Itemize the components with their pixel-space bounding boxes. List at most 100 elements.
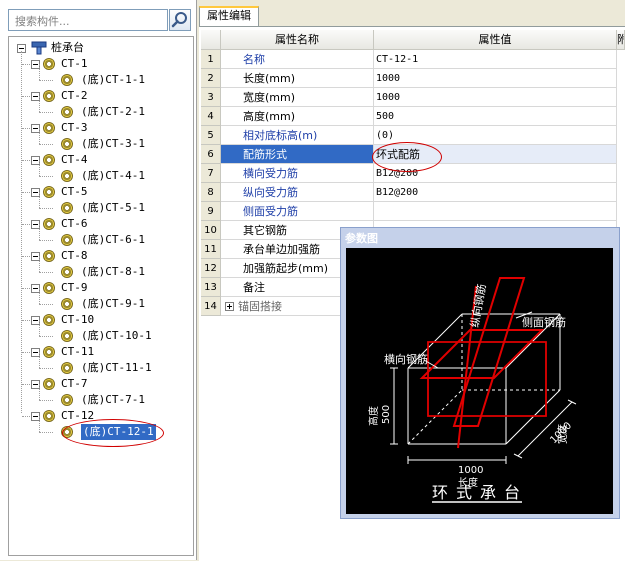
tree-group-label: CT-11 — [61, 345, 95, 358]
row-number[interactable]: 9 — [201, 202, 221, 221]
tree-group-label: CT-1 — [61, 57, 88, 70]
tab-property-edit[interactable]: 属性编辑 — [199, 6, 259, 26]
component-icon — [61, 394, 73, 406]
search-input[interactable] — [13, 11, 167, 31]
tree-guide — [39, 432, 53, 433]
property-name-text: 纵向受力筋 — [243, 186, 298, 199]
row-number[interactable]: 3 — [201, 88, 221, 107]
tree-guide — [39, 240, 53, 241]
row-number[interactable]: 4 — [201, 107, 221, 126]
component-icon — [43, 346, 55, 358]
property-name-cell[interactable]: 侧面受力筋 — [221, 202, 374, 221]
property-value-cell[interactable]: 500 — [374, 107, 617, 126]
annotation-oval — [62, 419, 164, 447]
label-height-value: 500 — [381, 405, 392, 424]
tree-item-label: (底)CT-9-1 — [81, 297, 145, 310]
tree-group-label: CT-7 — [61, 377, 88, 390]
property-value-cell[interactable]: 1000 — [374, 88, 617, 107]
tree-guide — [39, 144, 53, 145]
row-number[interactable]: 2 — [201, 69, 221, 88]
tree-guide — [39, 224, 40, 240]
label-length-value: 1000 — [458, 465, 483, 476]
tree-guide — [39, 128, 40, 144]
row-number[interactable]: 5 — [201, 126, 221, 145]
property-name-cell[interactable]: 相对底标高(m) — [221, 126, 374, 145]
tree-guide — [39, 80, 53, 81]
row-number[interactable]: 6 — [201, 145, 221, 164]
tree-group-label: CT-10 — [61, 313, 95, 326]
property-value-cell[interactable]: 1000 — [374, 69, 617, 88]
tree-item-label: (底)CT-5-1 — [81, 201, 145, 214]
search-button[interactable] — [169, 9, 191, 31]
component-icon — [43, 58, 55, 70]
tree-guide — [39, 304, 53, 305]
tree-guide — [39, 112, 53, 113]
property-name-cell[interactable]: 横向受力筋 — [221, 164, 374, 183]
property-name-cell[interactable]: 高度(mm) — [221, 107, 374, 126]
row-number[interactable]: 10 — [201, 221, 221, 240]
tree-group-label: CT-8 — [61, 249, 88, 262]
header-extra[interactable]: 附 — [617, 30, 625, 50]
tree-item-label: (底)CT-6-1 — [81, 233, 145, 246]
tree-item-label: (底)CT-11-1 — [81, 361, 152, 374]
tree-guide — [39, 160, 40, 176]
property-value-cell[interactable] — [374, 202, 617, 221]
parameter-diagram-window: 参数图 纵向钢筋 侧面钢筋 横向钢筋 高度 500 1000 长度 1000 宽… — [340, 227, 620, 519]
search-icon — [171, 12, 187, 28]
tree-guide — [39, 352, 40, 368]
component-icon — [61, 106, 73, 118]
tree-group-label: CT-4 — [61, 153, 88, 166]
row-number[interactable]: 14 — [201, 297, 221, 316]
property-name-cell[interactable]: 配筋形式 — [221, 145, 374, 164]
header-property-value[interactable]: 属性值 — [374, 30, 617, 50]
row-number[interactable]: 7 — [201, 164, 221, 183]
pile-cap-icon — [31, 41, 47, 55]
pile-cap-diagram: 纵向钢筋 侧面钢筋 横向钢筋 高度 500 1000 长度 1000 宽度 环式… — [367, 277, 577, 503]
property-name-text: 加强筋起步(mm) — [243, 262, 329, 275]
component-icon — [43, 154, 55, 166]
tree-guide — [39, 208, 53, 209]
search-field[interactable] — [8, 9, 168, 31]
property-name-text: 名称 — [243, 53, 265, 66]
grid-corner — [201, 30, 221, 50]
row-number[interactable]: 1 — [201, 50, 221, 69]
tree-item-label: (底)CT-4-1 — [81, 169, 145, 182]
row-number[interactable]: 8 — [201, 183, 221, 202]
property-name-cell[interactable]: 纵向受力筋 — [221, 183, 374, 202]
row-number[interactable]: 12 — [201, 259, 221, 278]
component-tree[interactable]: 桩承台 CT-1 (底)CT-1-1 CT-2 (底)CT-2-1 CT-3 (底)CT-3… — [8, 36, 194, 556]
component-icon — [61, 138, 73, 150]
tree-guide — [39, 400, 53, 401]
property-value-cell[interactable]: B12@200 — [374, 183, 617, 202]
property-name-text: 配筋形式 — [243, 148, 287, 161]
property-name-cell[interactable]: 名称 — [221, 50, 374, 69]
label-transverse-rebar: 横向钢筋 — [384, 352, 428, 366]
component-icon — [61, 330, 73, 342]
tree-group-label: CT-9 — [61, 281, 88, 294]
header-property-name[interactable]: 属性名称 — [221, 30, 374, 50]
property-value-cell[interactable]: CT-12-1 — [374, 50, 617, 69]
tab-strip: 属性编辑 — [199, 4, 625, 26]
tree-guide — [39, 256, 40, 272]
property-name-text: 相对底标高(m) — [243, 129, 318, 142]
tree-group-label: CT-6 — [61, 217, 88, 230]
component-icon — [61, 362, 73, 374]
property-name-cell[interactable]: 宽度(mm) — [221, 88, 374, 107]
tree-item-label: (底)CT-7-1 — [81, 393, 145, 406]
expand-icon[interactable] — [225, 302, 234, 311]
component-icon — [43, 218, 55, 230]
label-side-rebar: 侧面钢筋 — [522, 315, 566, 329]
tree-root-label: 桩承台 — [51, 41, 84, 54]
dialog-title: 参数图 — [345, 232, 378, 245]
component-icon — [43, 314, 55, 326]
property-name-text: 锚固搭接 — [238, 300, 282, 313]
row-number[interactable]: 11 — [201, 240, 221, 259]
label-height-name: 高度 — [367, 406, 380, 426]
tree-group-label: CT-3 — [61, 121, 88, 134]
component-icon — [43, 282, 55, 294]
tree-guide — [39, 272, 53, 273]
diagram-canvas: 纵向钢筋 侧面钢筋 横向钢筋 高度 500 1000 长度 1000 宽度 环式… — [346, 248, 613, 514]
row-number[interactable]: 13 — [201, 278, 221, 297]
property-name-cell[interactable]: 长度(mm) — [221, 69, 374, 88]
property-name-text: 宽度(mm) — [243, 91, 296, 104]
